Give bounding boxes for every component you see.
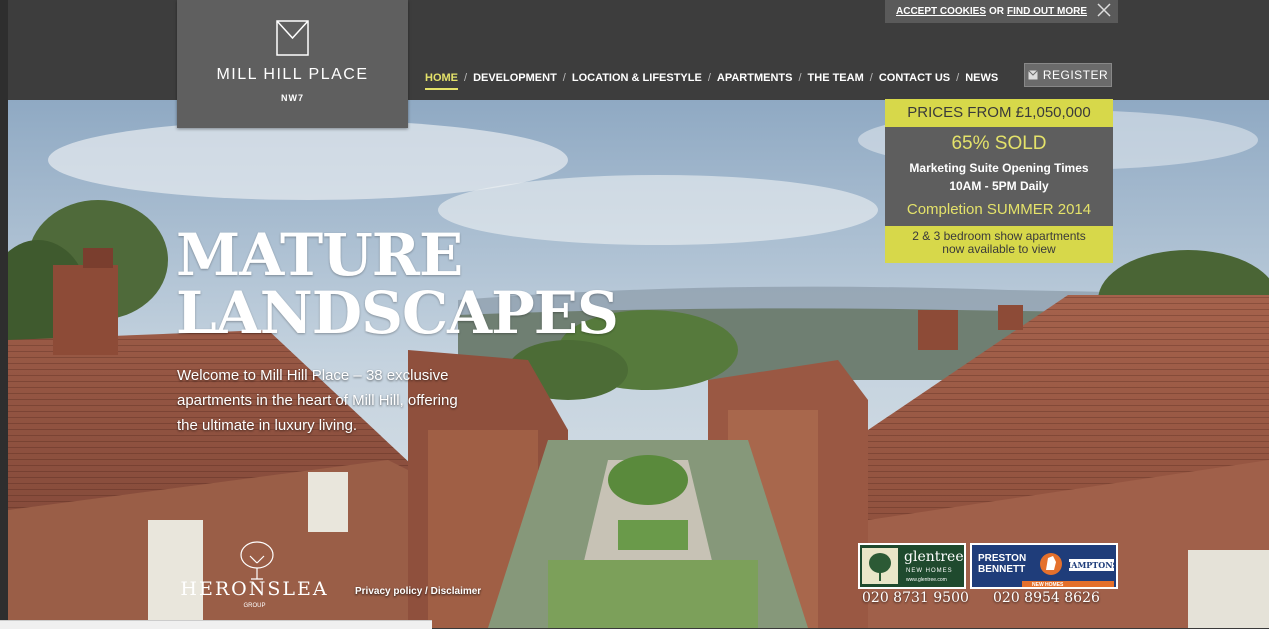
nav-contact-us[interactable]: CONTACT US — [879, 72, 950, 84]
nav-separator: / — [707, 72, 711, 84]
opening-times: 10AM - 5PM Daily — [949, 179, 1049, 193]
heronslea-name: HERONSLEA — [180, 578, 329, 600]
glentree-name: glentree — [904, 549, 964, 565]
m-monogram-icon — [276, 20, 309, 56]
nav-separator: / — [562, 72, 566, 84]
tree-icon — [240, 541, 274, 580]
promo-info: 65% SOLD Marketing Suite Opening Times 1… — [885, 127, 1113, 226]
tree-icon — [862, 548, 898, 584]
nav-news[interactable]: NEWS — [965, 72, 998, 84]
main-nav: HOME / DEVELOPMENT / LOCATION & LIFESTYL… — [425, 69, 998, 90]
bennett-line: BENNETT — [978, 564, 1026, 575]
close-icon[interactable] — [1096, 2, 1112, 18]
nav-the-team[interactable]: THE TEAM — [808, 72, 864, 84]
preston-bennett-logo[interactable]: PRESTON BENNETT HAMPTONS NEW HOMES — [970, 543, 1118, 589]
nav-separator: / — [464, 72, 468, 84]
completion-date: Completion SUMMER 2014 — [906, 201, 1092, 218]
glentree-panel: glentree NEW HOMES www.glentree.com — [860, 545, 964, 587]
left-edge — [0, 0, 8, 628]
disclaimer-link[interactable]: Disclaimer — [431, 586, 482, 597]
hero-intro: Welcome to Mill Hill Place – 38 exclusiv… — [177, 367, 458, 434]
headline-line-1: MATURE — [176, 221, 463, 289]
prices-banner: PRICES FROM £1,050,000 — [885, 99, 1113, 127]
m-monogram-icon — [1027, 70, 1038, 80]
register-button[interactable]: REGISTER — [1024, 63, 1112, 87]
headline-line-2: LANDSCAPES — [176, 279, 619, 347]
nav-home[interactable]: HOME — [425, 72, 458, 90]
nav-location-lifestyle[interactable]: LOCATION & LIFESTYLE — [572, 72, 702, 84]
hamptons-name: HAMPTONS — [1064, 560, 1116, 570]
nav-separator: / — [869, 72, 873, 84]
find-out-more-link[interactable]: FIND OUT MORE — [1007, 6, 1087, 17]
preston-line: PRESTON — [978, 553, 1027, 564]
nav-separator: / — [798, 72, 802, 84]
glentree-url: www.glentree.com — [906, 577, 947, 583]
nav-apartments[interactable]: APARTMENTS — [717, 72, 793, 84]
new-homes-label: NEW HOMES — [1032, 582, 1064, 588]
cookie-banner: ACCEPT COOKIES OR FIND OUT MORE — [885, 0, 1118, 23]
show-line-2: now available to view — [942, 242, 1056, 256]
glentree-logo[interactable]: glentree NEW HOMES www.glentree.com — [858, 543, 966, 589]
hero-headline: MATURE LANDSCAPES — [176, 221, 619, 347]
glentree-phone[interactable]: 020 8731 9500 — [862, 590, 969, 606]
nav-development[interactable]: DEVELOPMENT — [473, 72, 557, 84]
site-logo[interactable]: MILL HILL PLACE NW7 — [177, 0, 408, 128]
glentree-sub: NEW HOMES — [906, 568, 953, 574]
privacy-policy-link[interactable]: Privacy policy — [355, 586, 422, 597]
logo-name: MILL HILL PLACE — [216, 66, 369, 83]
preston-bennett-name: PRESTON BENNETT — [978, 553, 1026, 575]
footer-links: Privacy policy / Disclaimer — [355, 586, 481, 597]
show-apartments-banner[interactable]: 2 & 3 bedroom show apartments now availa… — [885, 226, 1113, 263]
sold-status: 65% SOLD — [951, 133, 1047, 154]
promo-panel: PRICES FROM £1,050,000 65% SOLD Marketin… — [885, 99, 1113, 263]
register-label: REGISTER — [1042, 68, 1109, 82]
footer-slash: / — [422, 586, 431, 597]
suite-label: Marketing Suite Opening Times — [909, 161, 1089, 175]
preston-bennett-phone[interactable]: 020 8954 8626 — [993, 590, 1100, 606]
accept-cookies-link[interactable]: ACCEPT COOKIES — [896, 6, 986, 17]
cookie-or: OR — [989, 6, 1005, 17]
heronslea-group: GROUP — [243, 603, 266, 609]
nav-separator: / — [956, 72, 960, 84]
logo-sub: NW7 — [281, 93, 304, 103]
